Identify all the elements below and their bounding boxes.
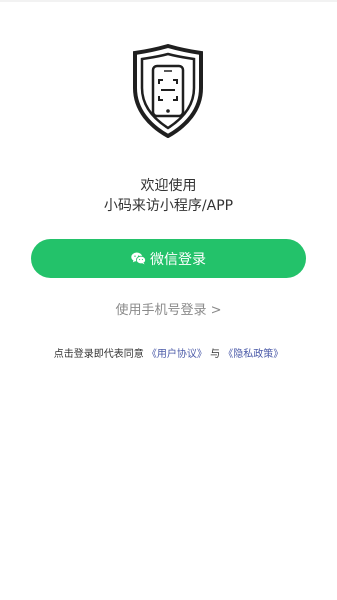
shield-phone-scan-icon [132,44,204,138]
agreement-notice: 点击登录即代表同意 《用户协议》 与 《隐私政策》 [0,348,337,362]
top-edge [0,0,337,2]
wechat-icon [131,252,146,265]
welcome-text: 欢迎使用 [140,178,197,194]
user-agreement-link[interactable]: 《用户协议》 [147,349,207,360]
phone-login-link[interactable]: 使用手机号登录 > [0,302,337,320]
privacy-policy-link[interactable]: 《隐私政策》 [223,349,283,360]
agreement-conjunction: 与 [210,349,221,360]
agreement-prefix: 点击登录即代表同意 [53,349,144,360]
app-name-text: 小码来访小程序/APP [103,198,234,214]
wechat-login-label: 微信登录 [150,251,206,268]
wechat-login-button[interactable]: 微信登录 [31,239,306,278]
